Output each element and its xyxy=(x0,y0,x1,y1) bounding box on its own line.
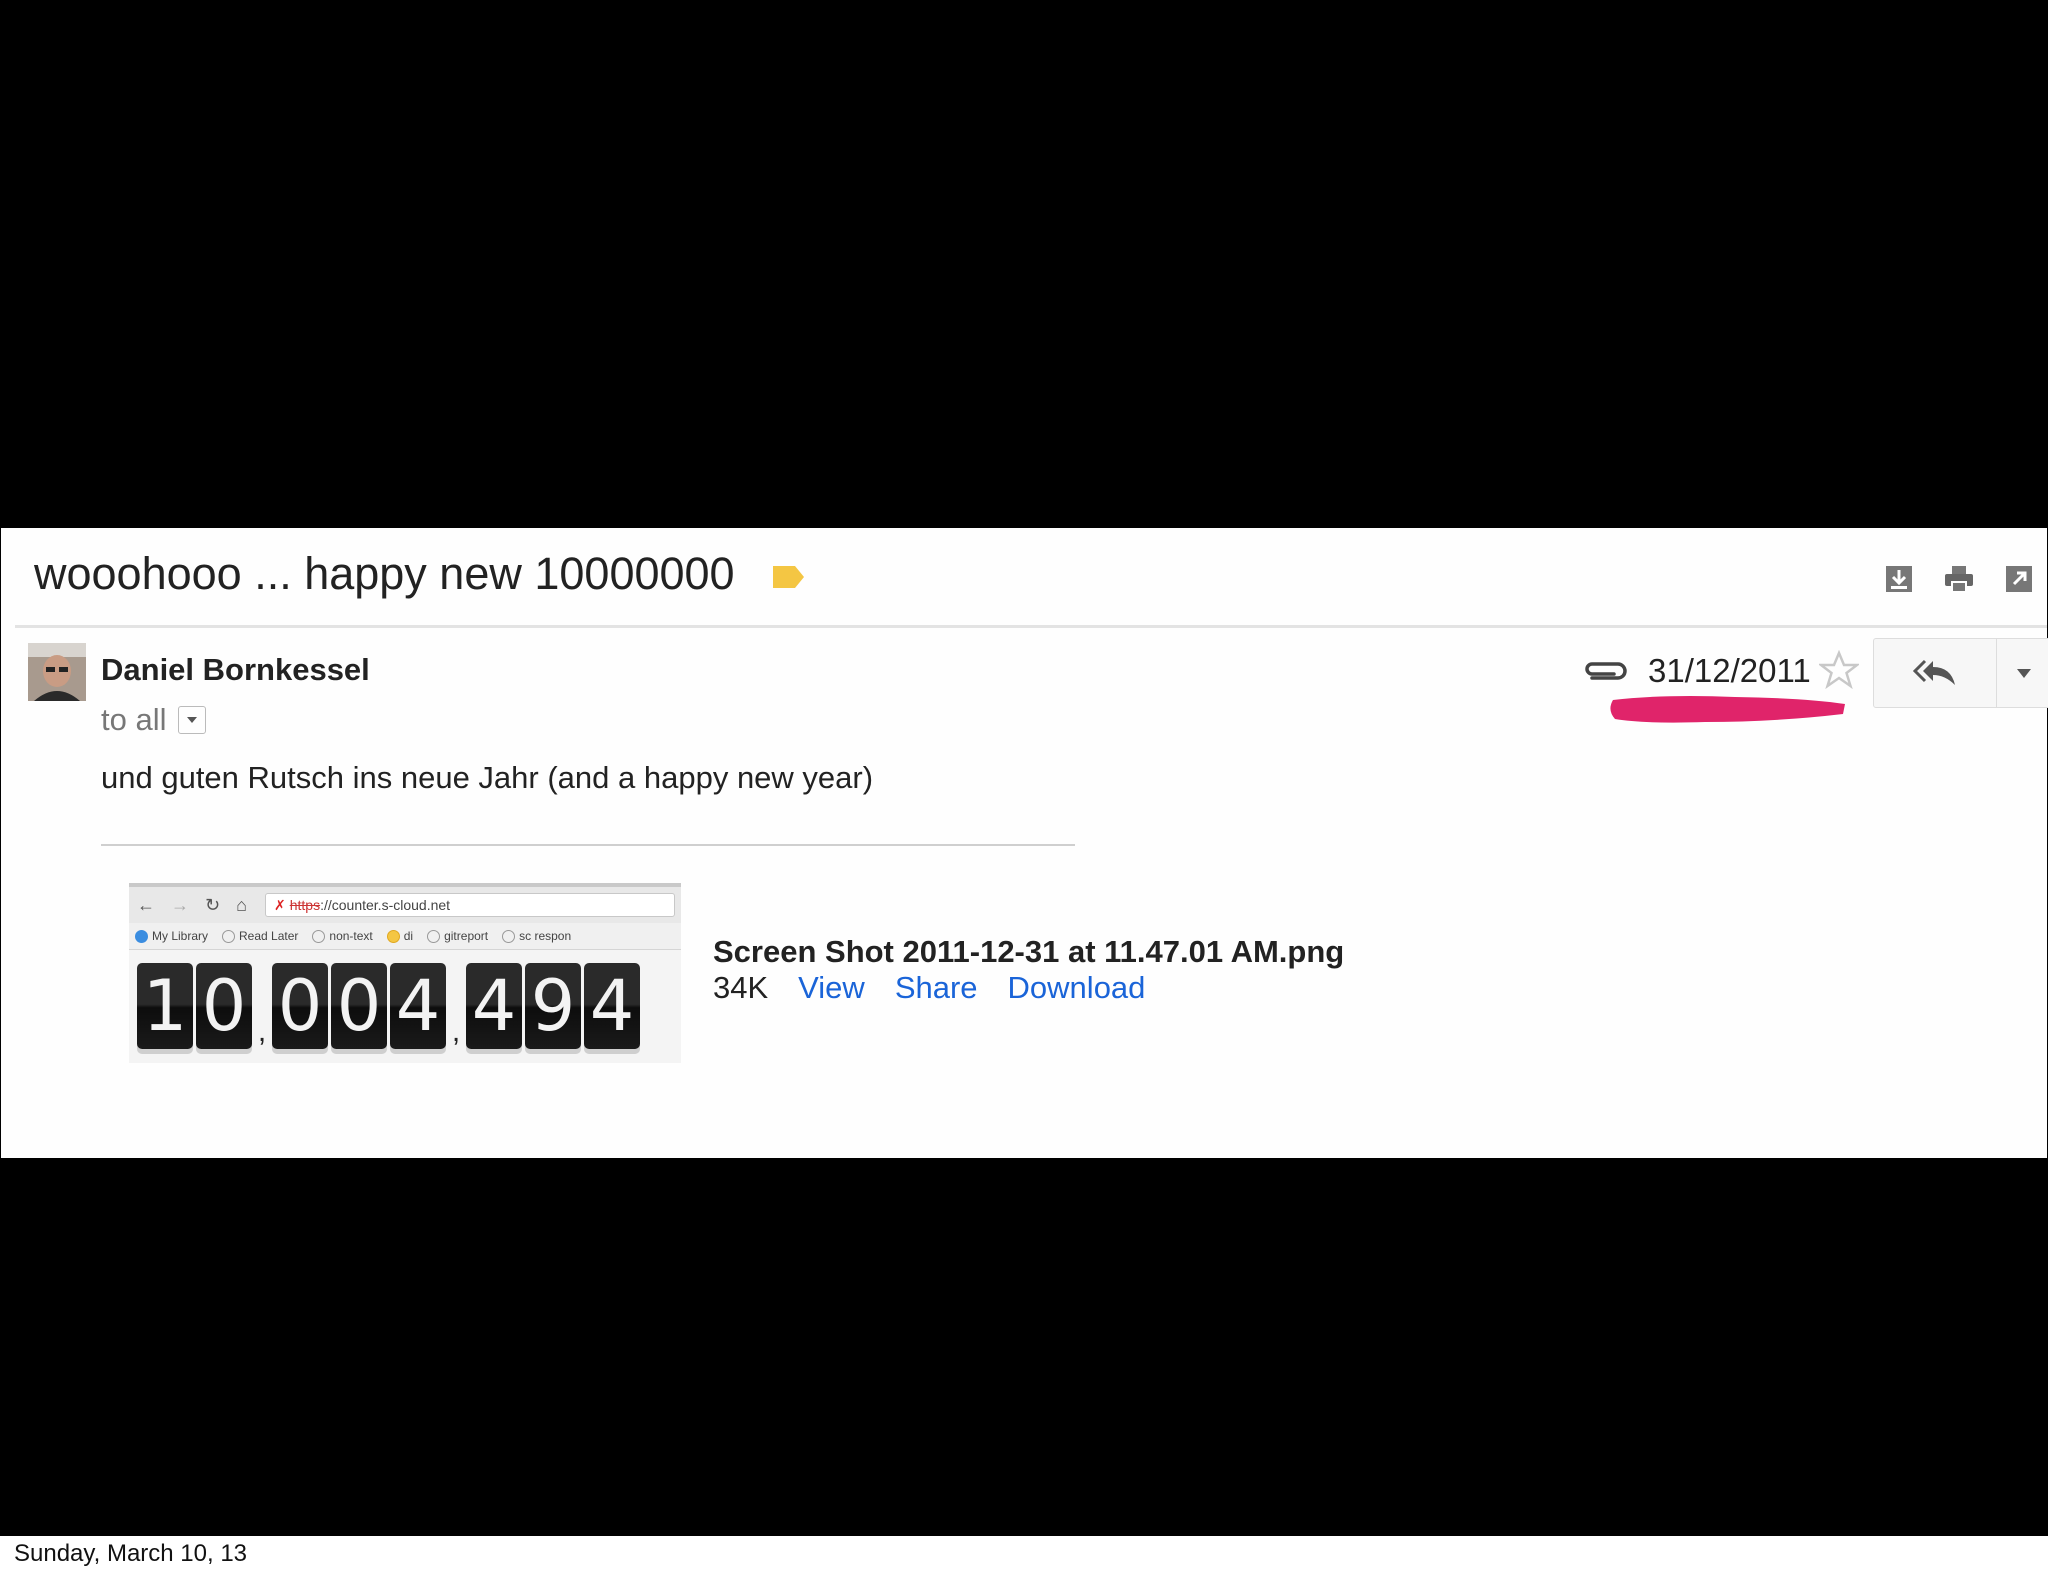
counter-digit: 0 xyxy=(331,963,387,1049)
new-window-icon[interactable] xyxy=(2003,563,2035,595)
print-icon[interactable] xyxy=(1943,563,1975,595)
counter-digit: 0 xyxy=(196,963,252,1049)
counter-digit: 4 xyxy=(466,963,522,1049)
attachment-size: 34K xyxy=(713,970,769,1005)
bookmark-item: di xyxy=(386,929,413,944)
flip-counter: 1 0 , 0 0 4 , 4 9 4 xyxy=(137,963,643,1049)
forward-arrow-icon: → xyxy=(171,895,189,915)
bookmark-item: non-text xyxy=(312,929,373,944)
label-tag-icon[interactable] xyxy=(771,563,805,591)
counter-digit: 0 xyxy=(272,963,328,1049)
thumbnail-nav-icons: ← → ↻ ⌂ xyxy=(137,895,247,916)
thumbnail-url: ✗ https ://counter.s-cloud.net xyxy=(265,893,675,917)
email-body: und guten Rutsch ins neue Jahr (and a ha… xyxy=(101,760,874,795)
sender-name[interactable]: Daniel Bornkessel xyxy=(101,652,370,688)
recipients: to all xyxy=(101,702,207,738)
recipients-label: to all xyxy=(101,702,167,737)
reply-all-icon xyxy=(1913,659,1955,685)
avatar[interactable] xyxy=(28,643,86,701)
reply-all-button[interactable] xyxy=(1874,639,1997,707)
bookmark-item: My Library xyxy=(135,929,208,944)
attachment-thumbnail[interactable]: ← → ↻ ⌂ ✗ https ://counter.s-cloud.net M… xyxy=(129,883,681,1063)
paperclip-icon xyxy=(1585,662,1627,680)
email-date: 31/12/2011 xyxy=(1648,652,1811,689)
back-arrow-icon: ← xyxy=(137,895,155,915)
slide-background: wooohooo ... happy new 10000000 Daniel B… xyxy=(0,0,2048,1536)
reload-icon: ↻ xyxy=(205,895,221,915)
counter-digit: 4 xyxy=(390,963,446,1049)
bookmark-item: gitreport xyxy=(427,929,488,944)
slide-footer-date: Sunday, March 10, 13 xyxy=(14,1540,248,1567)
header-actions xyxy=(1883,563,2035,595)
bookmark-item: sc respon xyxy=(502,929,571,944)
view-link[interactable]: View xyxy=(798,970,865,1006)
recipient-details-dropdown[interactable] xyxy=(178,706,207,734)
email-subject: wooohooo ... happy new 10000000 xyxy=(34,548,735,599)
share-link[interactable]: Share xyxy=(895,970,978,1006)
download-all-icon[interactable] xyxy=(1883,563,1915,595)
highlight-stroke xyxy=(1610,696,1845,723)
bookmark-item: Read Later xyxy=(222,929,298,944)
chevron-down-icon xyxy=(187,717,198,723)
counter-digit: 1 xyxy=(137,963,193,1049)
url-host: ://counter.s-cloud.net xyxy=(320,897,451,913)
attachment-divider xyxy=(101,844,1075,846)
counter-separator: , xyxy=(257,1015,267,1048)
insecure-x-icon: ✗ xyxy=(274,896,286,913)
star-icon[interactable] xyxy=(1819,650,1859,690)
thumbnail-browser-bar: ← → ↻ ⌂ ✗ https ://counter.s-cloud.net xyxy=(129,883,681,923)
download-link[interactable]: Download xyxy=(1008,970,1146,1006)
more-actions-button[interactable] xyxy=(1997,639,2048,707)
email-panel: wooohooo ... happy new 10000000 Daniel B… xyxy=(1,528,2048,1158)
attachment-actions: 34K View Share Download xyxy=(713,970,1145,1006)
counter-digit: 9 xyxy=(525,963,581,1049)
counter-digit: 4 xyxy=(584,963,640,1049)
reply-button-group xyxy=(1873,638,2048,708)
home-icon: ⌂ xyxy=(236,895,247,915)
attachment-filename: Screen Shot 2011-12-31 at 11.47.01 AM.pn… xyxy=(713,934,1345,969)
thumbnail-bookmarks-bar: My Library Read Later non-text di gitrep… xyxy=(129,923,681,950)
chevron-down-icon xyxy=(2016,668,2031,678)
url-scheme: https xyxy=(289,897,321,913)
counter-separator: , xyxy=(451,1015,461,1048)
header-divider xyxy=(15,625,2047,628)
